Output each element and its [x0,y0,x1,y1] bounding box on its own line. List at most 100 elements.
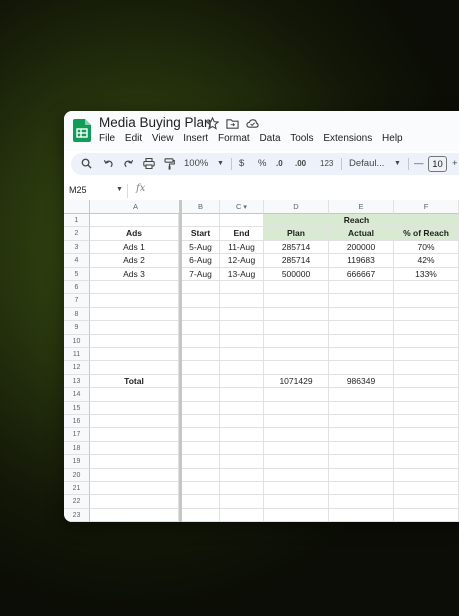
empty-cell[interactable] [220,294,264,308]
undo-button[interactable] [103,153,115,175]
empty-cell[interactable] [90,307,179,322]
empty-cell[interactable] [182,361,220,375]
empty-cell[interactable] [264,348,329,362]
print-button[interactable] [143,153,156,175]
empty-cell[interactable] [220,321,264,335]
empty-cell[interactable] [90,428,179,442]
frozen-column-divider[interactable] [179,200,182,522]
empty-cell[interactable] [394,428,459,442]
empty-cell[interactable] [90,334,179,348]
empty-cell[interactable] [220,334,264,348]
empty-cell[interactable] [182,307,220,322]
empty-cell[interactable] [182,455,220,469]
row-header[interactable]: 4 [64,254,90,268]
empty-cell[interactable] [220,348,264,362]
total-actual[interactable]: 986349 [329,375,394,389]
empty-cell[interactable] [90,508,179,522]
empty-cell[interactable] [394,415,459,429]
empty-cell[interactable] [90,281,179,295]
empty-cell[interactable] [90,401,179,415]
empty-cell[interactable] [264,334,329,348]
filter-dropdown-icon[interactable]: ▾ [241,204,247,211]
empty-cell[interactable] [394,482,459,496]
row-header[interactable]: 9 [64,321,90,335]
empty-cell[interactable] [329,281,394,295]
menu-help[interactable]: Help [382,133,403,144]
menu-view[interactable]: View [152,133,174,144]
menu-tools[interactable]: Tools [290,133,313,144]
table-cell[interactable]: Ads 1 [90,240,179,255]
empty-cell[interactable] [329,468,394,482]
row-header[interactable]: 3 [64,240,90,255]
table-cell[interactable]: 12-Aug [220,254,264,268]
row-header[interactable]: 1 [64,214,90,228]
empty-cell[interactable] [182,348,220,362]
empty-cell[interactable] [182,415,220,429]
empty-cell[interactable] [90,455,179,469]
empty-cell[interactable] [182,482,220,496]
empty-cell[interactable] [182,401,220,415]
empty-cell[interactable] [220,508,264,522]
empty-cell[interactable] [394,495,459,509]
empty-cell[interactable] [182,374,220,389]
empty-cell[interactable] [329,455,394,469]
table-cell[interactable]: 42% [394,254,459,268]
row-header[interactable]: 2 [64,227,90,241]
empty-cell[interactable] [394,294,459,308]
star-icon[interactable] [206,117,219,130]
empty-cell[interactable] [329,294,394,308]
header-plan[interactable]: Plan [264,227,329,241]
empty-cell[interactable] [220,455,264,469]
column-header-f[interactable]: F [394,200,459,214]
empty-cell[interactable] [329,441,394,456]
row-header[interactable]: 8 [64,307,90,322]
table-cell[interactable]: Ads 2 [90,254,179,268]
column-header-c[interactable]: C ▾ [220,200,264,214]
table-cell[interactable]: 70% [394,240,459,255]
empty-cell[interactable] [264,482,329,496]
empty-cell[interactable] [90,214,179,228]
empty-cell[interactable] [264,415,329,429]
empty-cell[interactable] [90,294,179,308]
row-header[interactable]: 16 [64,415,90,429]
header-end[interactable]: End [220,227,264,241]
table-cell[interactable]: 133% [394,267,459,281]
more-formats-button[interactable]: 123 [320,153,336,175]
row-header[interactable]: 7 [64,294,90,308]
move-folder-icon[interactable] [226,117,239,130]
empty-cell[interactable] [264,428,329,442]
empty-cell[interactable] [220,214,264,228]
empty-cell[interactable] [264,307,329,322]
empty-cell[interactable] [90,482,179,496]
empty-cell[interactable] [329,348,394,362]
currency-format-button[interactable]: $ [239,153,249,175]
empty-cell[interactable] [90,361,179,375]
empty-cell[interactable] [264,468,329,482]
empty-cell[interactable] [329,361,394,375]
empty-cell[interactable] [394,388,459,402]
empty-cell[interactable] [90,468,179,482]
menu-extensions[interactable]: Extensions [323,133,372,144]
empty-cell[interactable] [264,294,329,308]
empty-cell[interactable] [90,348,179,362]
total-label[interactable]: Total [90,375,179,389]
menu-format[interactable]: Format [218,133,250,144]
row-header[interactable]: 5 [64,267,90,281]
empty-cell[interactable] [220,374,264,389]
empty-cell[interactable] [394,508,459,522]
empty-cell[interactable] [90,441,179,456]
row-header[interactable]: 19 [64,455,90,469]
column-header-e[interactable]: E [329,200,394,214]
empty-cell[interactable] [329,495,394,509]
empty-cell[interactable] [394,374,459,389]
empty-cell[interactable] [90,388,179,402]
empty-cell[interactable] [220,428,264,442]
empty-cell[interactable] [90,321,179,335]
empty-cell[interactable] [220,415,264,429]
empty-cell[interactable] [394,281,459,295]
document-title[interactable]: Media Buying Plan [99,115,212,130]
empty-cell[interactable] [182,495,220,509]
empty-cell[interactable] [329,334,394,348]
row-header[interactable]: 14 [64,388,90,402]
empty-cell[interactable] [220,482,264,496]
